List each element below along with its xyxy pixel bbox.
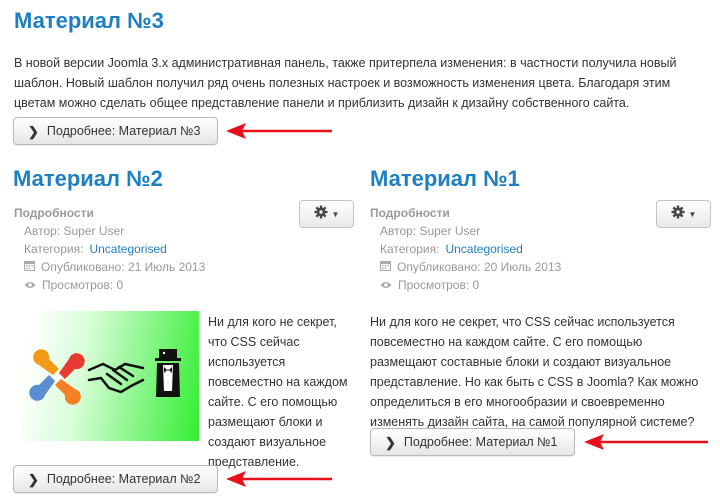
article2-author: Автор: Super User [14, 222, 205, 240]
gear-icon [314, 205, 328, 224]
article1-readmore-label: Подробнее: Материал №1 [403, 435, 558, 449]
gear-icon [671, 205, 685, 224]
article2-image [22, 311, 199, 441]
article1-category-label: Категория: [380, 242, 440, 256]
article2-views-text: Просмотров: 0 [42, 278, 124, 292]
article2-published: Опубликовано: 21 Июль 2013 [14, 258, 205, 276]
article2-tools-button[interactable]: ▼ [299, 200, 354, 228]
joomla-logo-icon [29, 349, 85, 405]
article2-category-label: Категория: [24, 242, 84, 256]
article3-readmore-button[interactable]: ❯ Подробнее: Материал №3 [13, 117, 218, 145]
article2-title[interactable]: Материал №2 [13, 166, 163, 192]
article1-views: Просмотров: 0 [370, 276, 561, 294]
calendar-icon [380, 258, 391, 276]
article2-readmore-label: Подробнее: Материал №2 [46, 472, 201, 486]
article1-text: Ни для кого не секрет, что CSS сейчас ис… [370, 315, 699, 429]
article2-views: Просмотров: 0 [14, 276, 205, 294]
caret-down-icon: ▼ [331, 209, 340, 219]
article1-title[interactable]: Материал №1 [370, 166, 520, 192]
caret-down-icon: ▼ [688, 209, 697, 219]
eye-icon [380, 276, 392, 294]
article1-details: Подробности Автор: Super User Категория:… [370, 204, 561, 294]
red-arrow-icon [584, 434, 708, 450]
article2-category-link[interactable]: Uncategorised [89, 240, 166, 258]
article2-category: Категория: Uncategorised [14, 240, 205, 258]
article1-author-text: Автор: Super User [380, 224, 481, 238]
article1-category: Категория: Uncategorised [370, 240, 561, 258]
tuxedo-figure-icon [155, 349, 181, 397]
chevron-right-icon: ❯ [385, 434, 396, 450]
handshake-icon [87, 362, 145, 394]
article2-published-text: Опубликовано: 21 Июль 2013 [41, 260, 206, 274]
article1-readmore-button[interactable]: ❯ Подробнее: Материал №1 [370, 428, 575, 456]
red-arrow-icon [226, 471, 332, 487]
article1-published: Опубликовано: 20 Июль 2013 [370, 258, 561, 276]
article3-text: В новой версии Joomla 3.x административн… [14, 56, 677, 110]
article1-tools-button[interactable]: ▼ [656, 200, 711, 228]
article3-title[interactable]: Материал №3 [14, 8, 164, 34]
article1-author: Автор: Super User [370, 222, 561, 240]
article2-details: Подробности Автор: Super User Категория:… [14, 204, 205, 294]
article2-readmore-button[interactable]: ❯ Подробнее: Материал №2 [13, 465, 218, 493]
chevron-right-icon: ❯ [28, 123, 39, 139]
article1-published-text: Опубликовано: 20 Июль 2013 [397, 260, 562, 274]
article2-details-label: Подробности [14, 206, 94, 220]
red-arrow-icon [226, 123, 332, 139]
eye-icon [24, 276, 36, 294]
article1-details-label: Подробности [370, 206, 450, 220]
article3-readmore-label: Подробнее: Материал №3 [46, 124, 201, 138]
article1-views-text: Просмотров: 0 [398, 278, 480, 292]
article2-text: Ни для кого не секрет, что CSS сейчас ис… [208, 315, 348, 469]
article2-author-text: Автор: Super User [24, 224, 125, 238]
chevron-right-icon: ❯ [28, 471, 39, 487]
article1-category-link[interactable]: Uncategorised [445, 240, 522, 258]
calendar-icon [24, 258, 35, 276]
